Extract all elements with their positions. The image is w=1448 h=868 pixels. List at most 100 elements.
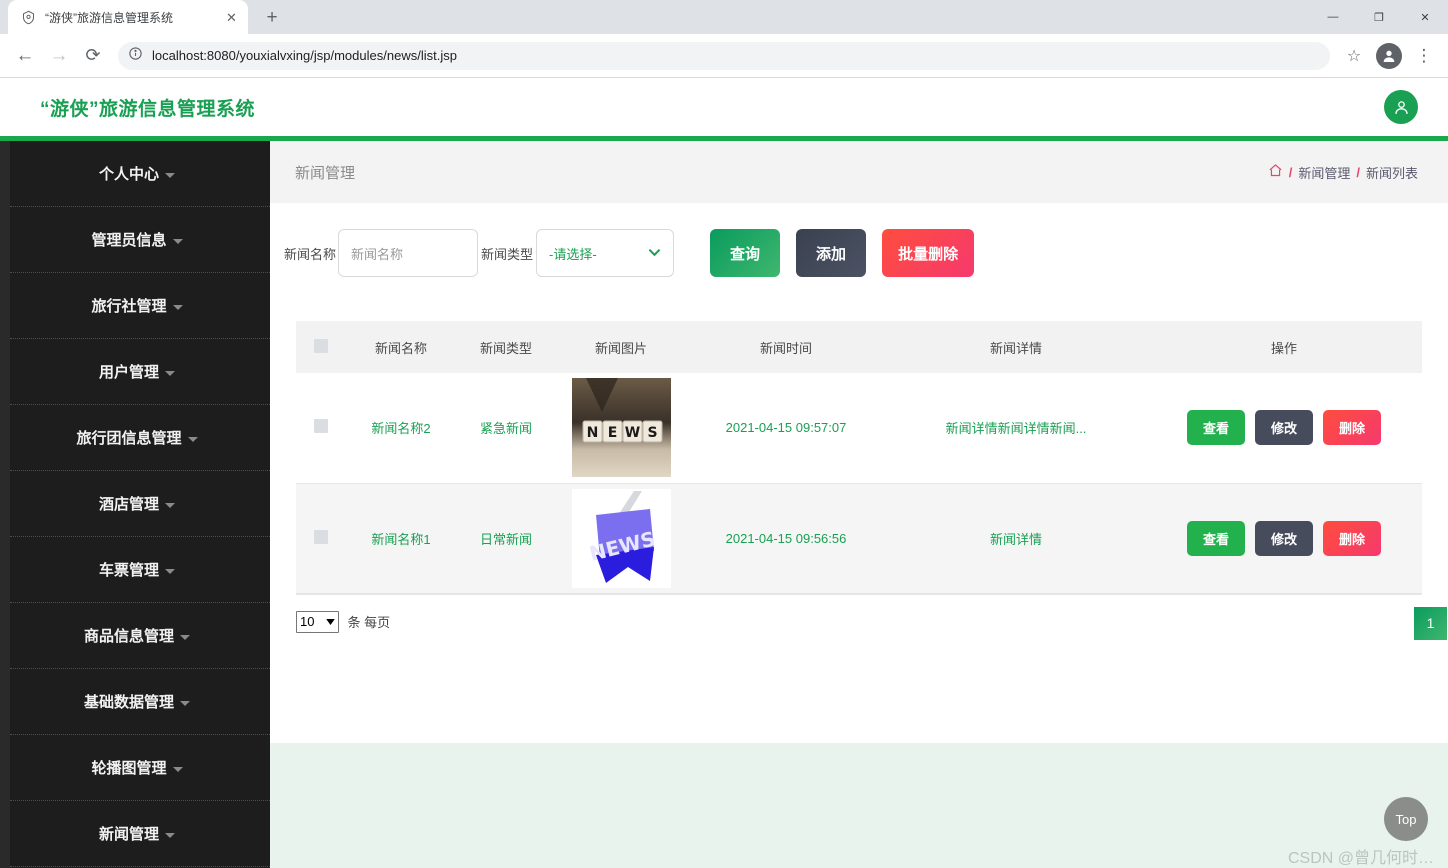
svg-text:N: N (586, 425, 598, 441)
page-number-button[interactable]: 1 (1414, 606, 1447, 640)
chevron-down-icon (648, 246, 661, 260)
window-close-icon[interactable]: ✕ (1402, 0, 1448, 34)
sidebar-item-label: 商品信息管理 (83, 628, 174, 645)
breadcrumb-item-news-management[interactable]: 新闻管理 (1298, 163, 1350, 182)
back-to-top-button[interactable]: Top (1384, 797, 1428, 841)
add-button[interactable]: 添加 (796, 229, 867, 277)
maximize-icon[interactable]: ❐ (1356, 0, 1402, 34)
news-table: 新闻名称 新闻类型 新闻图片 新闻时间 新闻详情 操作 新闻名称2 紧急新闻 N… (296, 321, 1422, 594)
sidebar-item-hotel-management[interactable]: 酒店管理 (10, 471, 270, 537)
news-table-container: 新闻名称 新闻类型 新闻图片 新闻时间 新闻详情 操作 新闻名称2 紧急新闻 N… (296, 321, 1422, 595)
news-name-input[interactable]: 新闻名称 (338, 229, 479, 277)
chevron-down-icon (165, 832, 175, 838)
breadcrumb-item-news-list: 新闻列表 (1365, 165, 1418, 181)
delete-button[interactable]: 删除 (1323, 520, 1381, 556)
sidebar-item-product-info[interactable]: 商品信息管理 (10, 603, 270, 669)
new-tab-button[interactable]: + (258, 3, 286, 31)
sidebar-item-label: 旅行社管理 (91, 298, 167, 315)
chevron-down-icon (326, 617, 336, 627)
page-title: 新闻管理 (295, 164, 356, 182)
sidebar-item-label: 轮播图管理 (91, 760, 167, 777)
application-window: “游侠”旅游信息管理系统 个人中心 管理员信息 旅行社管理 用户管理 旅行团信息… (0, 78, 1448, 868)
row-select-cell (296, 373, 346, 484)
cell-actions: 查看 修改 删除 (1146, 483, 1422, 594)
chevron-down-icon (172, 766, 183, 772)
cell-news-name[interactable]: 新闻名称1 (346, 483, 456, 594)
sidebar-item-news-management[interactable]: 新闻管理 (10, 801, 270, 867)
table-header: 新闻名称 新闻类型 新闻图片 新闻时间 新闻详情 操作 (296, 321, 1422, 373)
news-photo-sepia-blocks[interactable]: NE WS (571, 378, 671, 478)
column-header-image: 新闻图片 (556, 321, 686, 373)
page-size-value: 10 (300, 614, 315, 629)
page-header: 新闻管理 / 新闻管理 / 新闻列表 (270, 141, 1448, 203)
news-type-label: 新闻类型 (481, 246, 534, 262)
edit-button[interactable]: 修改 (1255, 520, 1313, 556)
shield-icon (20, 9, 36, 25)
sidebar-item-travel-agency[interactable]: 旅行社管理 (10, 273, 270, 339)
cell-news-detail[interactable]: 新闻详情 (886, 483, 1146, 594)
breadcrumb-separator: / (1356, 164, 1360, 180)
browser-tab[interactable]: “游侠”旅游信息管理系统 ✕ (8, 0, 248, 34)
home-icon[interactable] (1268, 163, 1283, 181)
table-row: 新闻名称1 日常新闻 NEWS 2021-04-15 09:56:56 新闻详情… (296, 483, 1422, 594)
view-button[interactable]: 查看 (1187, 410, 1245, 446)
delete-button[interactable]: 删除 (1323, 410, 1381, 446)
sidebar-item-label: 管理员信息 (91, 232, 167, 249)
page-size-select[interactable]: 10 (296, 610, 340, 633)
sidebar-item-label: 新闻管理 (98, 826, 159, 843)
sidebar: 个人中心 管理员信息 旅行社管理 用户管理 旅行团信息管理 酒店管理 车票管理 … (0, 141, 270, 868)
cell-news-image: NE WS (556, 373, 686, 484)
column-header-time: 新闻时间 (686, 321, 886, 373)
profile-icon[interactable] (1376, 42, 1402, 69)
select-all-checkbox[interactable] (314, 338, 328, 353)
chevron-down-icon (180, 700, 190, 706)
sidebar-item-user-management[interactable]: 用户管理 (10, 339, 270, 405)
table-row: 新闻名称2 紧急新闻 N E W S 2021-04-15 09:57:07 新… (296, 373, 1422, 484)
query-button[interactable]: 查询 (710, 229, 781, 277)
cell-news-time: 2021-04-15 09:57:07 (686, 373, 886, 484)
cell-news-type: 紧急新闻 (456, 373, 556, 484)
news-blue-banner[interactable]: NEWS (571, 488, 671, 588)
bookmark-star-icon[interactable]: ☆ (1340, 42, 1368, 70)
row-checkbox[interactable] (314, 529, 328, 544)
batch-delete-button[interactable]: 批量删除 (882, 229, 975, 277)
reload-icon[interactable]: ⟳ (78, 41, 108, 71)
back-icon[interactable]: ← (10, 41, 40, 71)
sidebar-item-carousel[interactable]: 轮播图管理 (10, 735, 270, 801)
svg-text:S: S (647, 425, 657, 441)
browser-toolbar: ← → ⟳ localhost:8080/youxialvxing/jsp/mo… (0, 34, 1448, 78)
watermark: CSDN @曾几何时… (1287, 850, 1434, 867)
news-name-input-placeholder: 新闻名称 (351, 246, 404, 262)
browser-tab-title: “游侠”旅游信息管理系统 (45, 10, 173, 25)
close-icon[interactable]: ✕ (223, 9, 240, 26)
minimize-icon[interactable]: — (1310, 0, 1356, 34)
cell-news-detail[interactable]: 新闻详情新闻详情新闻... (886, 373, 1146, 484)
app-header: “游侠”旅游信息管理系统 (0, 78, 1448, 136)
view-button[interactable]: 查看 (1187, 520, 1245, 556)
sidebar-item-ticket-management[interactable]: 车票管理 (10, 537, 270, 603)
column-header-detail: 新闻详情 (886, 321, 1146, 373)
pagination-bar: 10 条 每页 1 (270, 595, 1448, 640)
user-avatar-icon[interactable] (1384, 90, 1418, 124)
sidebar-item-base-data[interactable]: 基础数据管理 (10, 669, 270, 735)
cell-news-image: NEWS (556, 483, 686, 594)
browser-tab-bar: “游侠”旅游信息管理系统 ✕ + — ❐ ✕ (0, 0, 1448, 34)
sidebar-item-personal-center[interactable]: 个人中心 (10, 141, 270, 207)
sidebar-item-tour-group-info[interactable]: 旅行团信息管理 (10, 405, 270, 471)
breadcrumb-separator: / (1288, 164, 1293, 180)
cell-news-name[interactable]: 新闻名称2 (346, 373, 456, 484)
column-header-type: 新闻类型 (456, 321, 556, 373)
edit-button[interactable]: 修改 (1255, 410, 1313, 446)
column-header-actions: 操作 (1146, 321, 1422, 373)
forward-icon[interactable]: → (44, 41, 74, 71)
row-checkbox[interactable] (314, 419, 328, 434)
sidebar-item-label: 旅行团信息管理 (76, 430, 182, 447)
info-icon[interactable] (128, 46, 143, 66)
news-type-select[interactable]: -请选择- (536, 229, 675, 277)
sidebar-item-admin-info[interactable]: 管理员信息 (10, 207, 270, 273)
address-bar[interactable]: localhost:8080/youxialvxing/jsp/modules/… (118, 41, 1330, 70)
breadcrumb: / 新闻管理 / 新闻列表 (1268, 163, 1418, 182)
sidebar-item-label: 基础数据管理 (83, 694, 174, 711)
chevron-down-icon (187, 436, 198, 442)
browser-menu-icon[interactable]: ⋮ (1410, 42, 1438, 70)
